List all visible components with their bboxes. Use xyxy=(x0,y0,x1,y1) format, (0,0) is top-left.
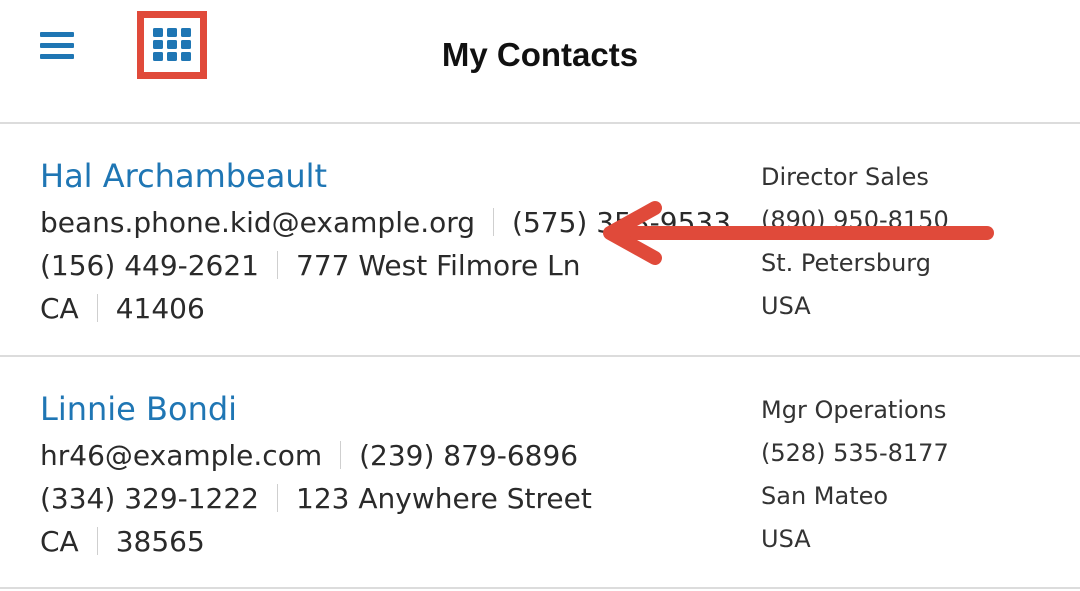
page-title: My Contacts xyxy=(441,36,639,73)
contact-state: CA xyxy=(40,292,79,325)
contact-phone[interactable]: (334) 329-1222 xyxy=(40,482,259,515)
contact-line-state-zip: CA 41406 xyxy=(40,292,205,325)
contact-job-title: Director Sales xyxy=(761,163,929,191)
contact-state: CA xyxy=(40,525,79,558)
contact-city: San Mateo xyxy=(761,482,889,510)
contact-country: USA xyxy=(761,292,811,320)
app-header: My Contacts xyxy=(0,0,1080,124)
contact-phone[interactable]: (156) 449-2621 xyxy=(40,249,259,282)
contact-line-phone-street: (334) 329-1222 123 Anywhere Street xyxy=(40,482,592,515)
contact-name-link[interactable]: Linnie Bondi xyxy=(40,390,237,428)
contact-name-link[interactable]: Hal Archambeault xyxy=(40,157,327,195)
contact-country: USA xyxy=(761,525,811,553)
contact-street: 123 Anywhere Street xyxy=(296,482,592,515)
contact-line-email-phone: hr46@example.com (239) 879-6896 xyxy=(40,439,578,472)
contact-phone[interactable]: (239) 879-6896 xyxy=(359,439,578,472)
contact-phone[interactable]: (575) 353-9533 xyxy=(512,206,731,239)
contact-list-item[interactable]: Linnie Bondi hr46@example.com (239) 879-6… xyxy=(0,357,1080,589)
contact-email[interactable]: hr46@example.com xyxy=(40,439,322,472)
contact-line-state-zip: CA 38565 xyxy=(40,525,205,558)
contact-phone[interactable]: (890) 950-8150 xyxy=(761,206,949,234)
separator xyxy=(96,294,98,322)
contact-line-phone-street: (156) 449-2621 777 West Filmore Ln xyxy=(40,249,580,282)
contact-city: St. Petersburg xyxy=(761,249,931,277)
contact-list-item[interactable]: Hal Archambeault beans.phone.kid@example… xyxy=(0,124,1080,357)
contact-line-email-phone: beans.phone.kid@example.org (575) 353-953… xyxy=(40,206,731,239)
contact-phone[interactable]: (528) 535-8177 xyxy=(761,439,949,467)
contact-email[interactable]: beans.phone.kid@example.org xyxy=(40,206,475,239)
contact-street: 777 West Filmore Ln xyxy=(296,249,581,282)
separator xyxy=(277,251,278,279)
separator xyxy=(493,208,495,236)
contact-job-title: Mgr Operations xyxy=(761,396,947,424)
separator xyxy=(96,527,98,555)
contact-zip: 38565 xyxy=(115,525,205,558)
separator xyxy=(340,441,342,469)
contact-zip: 41406 xyxy=(115,292,205,325)
separator xyxy=(277,484,278,512)
contacts-screen: My Contacts Hal Archambeault beans.phone… xyxy=(0,0,1080,591)
